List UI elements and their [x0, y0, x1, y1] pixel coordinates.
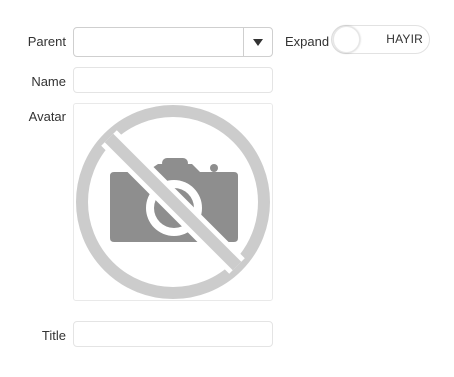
name-input[interactable]: [73, 67, 273, 93]
toggle-text: HAYIR: [386, 32, 423, 46]
parent-label: Parent: [27, 34, 66, 49]
name-label: Name: [31, 74, 66, 89]
expand-toggle[interactable]: HAYIR: [331, 25, 430, 54]
title-input[interactable]: [73, 321, 273, 347]
caret-down-icon: [253, 38, 263, 46]
parent-dropdown-button[interactable]: [244, 28, 272, 56]
avatar-label: Avatar: [28, 109, 66, 124]
no-camera-icon: [76, 105, 270, 299]
expand-label: Expand: [285, 34, 330, 49]
form-page: Parent Expand HAYIR Name Avatar Title: [0, 0, 454, 377]
title-label: Title: [41, 328, 66, 343]
parent-select[interactable]: [73, 27, 273, 57]
avatar-upload[interactable]: [73, 103, 273, 301]
toggle-knob[interactable]: [333, 26, 360, 53]
